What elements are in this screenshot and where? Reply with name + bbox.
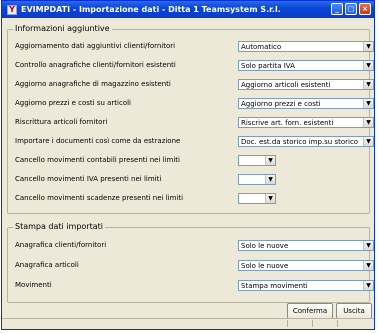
chevron-down-icon[interactable]: ▼ [363, 80, 373, 89]
dropdown-select[interactable]: Automatico ▼ [238, 41, 374, 52]
dropdown-value: Stampa movimenti [241, 282, 308, 290]
status-cell [287, 320, 288, 327]
dropdown-value: Automatico [241, 43, 282, 51]
field-label: Aggiorno prezzi e costi su articoli [15, 99, 132, 107]
exit-button[interactable]: Uscita [336, 303, 372, 319]
field-label: Aggiorno anagrafiche di magazzino esiste… [15, 80, 171, 88]
dropdown-select[interactable]: Stampa movimenti ▼ [238, 280, 374, 291]
form-row: Cancello movimenti scadenze presenti nei… [15, 193, 369, 205]
field-label: Riscrittura articoli fornitori [15, 118, 108, 126]
dropdown-select[interactable]: Solo le nuove ▼ [238, 240, 374, 251]
form-row: Cancello movimenti contabili presenti ne… [15, 155, 369, 167]
close-button[interactable]: × [359, 3, 371, 15]
form-row: Anagrafica articoli Solo le nuove ▼ [15, 260, 374, 272]
chevron-down-icon[interactable]: ▼ [265, 156, 275, 165]
minimize-button[interactable]: _ [331, 3, 343, 15]
dropdown-select[interactable]: Aggiorno prezzi e costi ▼ [238, 98, 374, 109]
confirm-button[interactable]: Conferma [287, 303, 333, 319]
form-row: Cancello movimenti IVA presenti nei limi… [15, 174, 369, 186]
dropdown-select[interactable]: ▼ [238, 174, 276, 185]
window-controls: _ □ × [331, 3, 371, 15]
info-group-label: Informazioni aggiuntive [13, 24, 112, 33]
chevron-down-icon[interactable]: ▼ [363, 261, 373, 270]
dropdown-value: Riscrive art. forn. esistenti [241, 119, 334, 127]
window-title: EVIMPDATI - Importazione dati - Ditta 1 … [21, 5, 281, 14]
dropdown-value: Solo partita IVA [241, 62, 295, 70]
dropdown-select[interactable]: ▼ [238, 155, 276, 166]
field-label: Anagrafica clienti/fornitori [15, 241, 107, 249]
dropdown-value: Solo le nuove [241, 242, 289, 250]
form-row: Movimenti Stampa movimenti ▼ [15, 280, 374, 292]
form-row: Anagrafica clienti/fornitori Solo le nuov… [15, 240, 374, 252]
dropdown-select[interactable]: Solo le nuove ▼ [238, 260, 374, 271]
info-group: Informazioni aggiuntive Aggiornamento da… [7, 24, 374, 214]
dropdown-select[interactable]: Aggiorno articoli esistenti ▼ [238, 79, 374, 90]
field-label: Anagrafica articoli [15, 261, 79, 269]
dropdown-select[interactable]: Solo partita IVA ▼ [238, 60, 374, 71]
chevron-down-icon[interactable]: ▼ [265, 194, 275, 203]
chevron-down-icon[interactable]: ▼ [363, 241, 373, 250]
field-label: Importare i documenti così come da estra… [15, 137, 181, 145]
dropdown-select[interactable]: Riscrive art. forn. esistenti ▼ [238, 117, 374, 128]
field-label: Cancello movimenti scadenze presenti nei… [15, 194, 184, 202]
dropdown-value: Doc. est.da storico imp.su storico [241, 138, 359, 146]
chevron-down-icon[interactable]: ▼ [363, 281, 373, 290]
print-group-label: Stampa dati importati [13, 222, 105, 231]
chevron-down-icon[interactable]: ▼ [363, 61, 373, 70]
form-row: Riscrittura articoli fornitori Riscrive a… [15, 117, 374, 129]
print-group: Stampa dati importati Anagrafica clienti… [7, 222, 374, 303]
status-cell [312, 320, 313, 327]
chevron-down-icon[interactable]: ▼ [363, 118, 373, 127]
form-row: Aggiorno anagrafiche di magazzino esiste… [15, 79, 374, 91]
chevron-down-icon[interactable]: ▼ [363, 137, 373, 146]
form-row: Importare i documenti così come da estra… [15, 136, 374, 148]
dropdown-select[interactable]: ▼ [238, 193, 276, 204]
chevron-down-icon[interactable]: ▼ [363, 99, 373, 108]
import-dialog-window: Y EVIMPDATI - Importazione dati - Ditta … [1, 0, 375, 330]
field-label: Movimenti [15, 281, 52, 289]
status-cell [337, 320, 338, 327]
dropdown-value: Aggiorno prezzi e costi [241, 100, 321, 108]
status-bar [2, 318, 374, 329]
dropdown-select[interactable]: Doc. est.da storico imp.su storico ▼ [238, 136, 374, 147]
field-label: Cancello movimenti IVA presenti nei limi… [15, 175, 162, 183]
app-icon: Y [7, 4, 17, 15]
dropdown-value: Aggiorno articoli esistenti [241, 81, 331, 89]
field-label: Aggiornamento dati aggiuntivi clienti/fo… [15, 42, 176, 50]
maximize-button[interactable]: □ [345, 3, 357, 15]
chevron-down-icon[interactable]: ▼ [265, 175, 275, 184]
form-row: Controllo anagrafiche clienti/fornitori … [15, 60, 374, 72]
chevron-down-icon[interactable]: ▼ [363, 42, 373, 51]
field-label: Controllo anagrafiche clienti/fornitori … [15, 61, 176, 69]
form-row: Aggiornamento dati aggiuntivi clienti/fo… [15, 41, 374, 53]
dropdown-value: Solo le nuove [241, 262, 289, 270]
field-label: Cancello movimenti contabili presenti ne… [15, 156, 180, 164]
title-bar[interactable]: Y EVIMPDATI - Importazione dati - Ditta … [2, 1, 374, 18]
form-row: Aggiorno prezzi e costi su articoli Aggio… [15, 98, 374, 110]
